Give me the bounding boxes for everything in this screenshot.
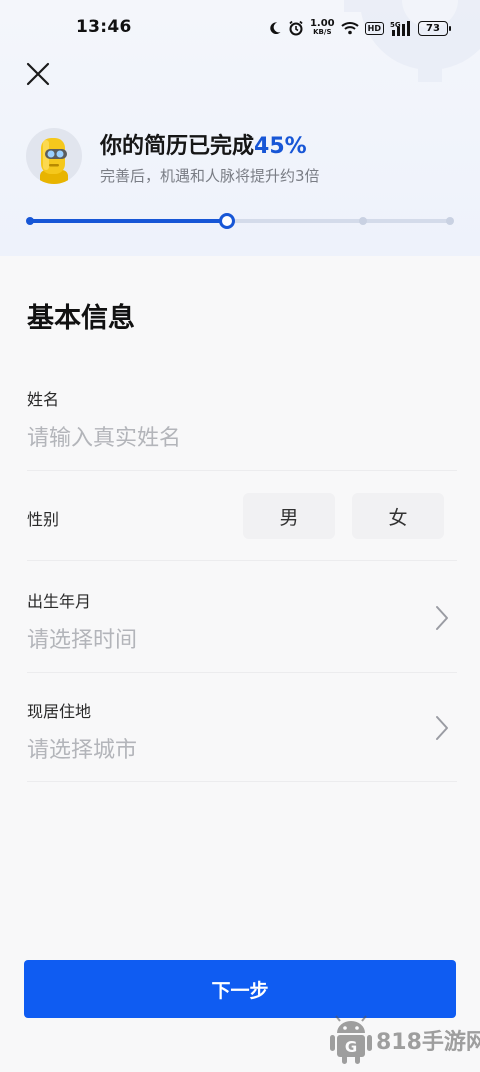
progress-fill [28, 219, 227, 223]
birth-label: 出生年月 [27, 592, 92, 611]
battery-level: 73 [426, 22, 440, 34]
residence-label: 现居住地 [27, 702, 92, 721]
wifi-icon [340, 21, 359, 35]
status-time: 13:46 [76, 17, 132, 37]
close-icon [26, 62, 50, 86]
site-watermark: G 818手游网 [328, 1014, 480, 1066]
svg-text:G: G [345, 1038, 357, 1056]
watermark-text: 818手游网 [376, 1030, 480, 1055]
moon-icon [268, 21, 282, 35]
progress-knob [219, 213, 235, 229]
progress-end-dot [446, 217, 454, 225]
progress-step-dot [359, 217, 367, 225]
progress-title: 你的简历已完成45% [100, 128, 307, 160]
avatar [26, 128, 82, 184]
progress-bar [26, 213, 454, 229]
gender-label: 性别 [27, 510, 60, 529]
divider [27, 560, 457, 561]
close-button[interactable] [24, 60, 52, 88]
android-icon: G [330, 1015, 372, 1064]
status-icons: 1.00 KB/S HD 5G 73 [268, 16, 451, 40]
name-input-placeholder[interactable]: 请输入真实姓名 [27, 420, 181, 452]
status-bar: 13:46 1.00 KB/S HD 5G 73 [0, 0, 480, 56]
chevron-right-icon [436, 716, 448, 740]
alarm-icon [288, 20, 304, 36]
network-speed: 1.00 KB/S [310, 19, 335, 37]
chevron-right-icon [436, 606, 448, 630]
signal-icon: 5G [390, 20, 412, 36]
divider [27, 781, 457, 782]
gender-male-button[interactable]: 男 [243, 493, 335, 539]
name-label: 姓名 [27, 390, 60, 409]
progress-subtitle: 完善后，机遇和人脉将提升约3倍 [100, 167, 320, 185]
progress-start-dot [26, 217, 34, 225]
network-speed-unit: KB/S [313, 28, 332, 36]
hd-badge: HD [364, 21, 384, 35]
progress-title-prefix: 你的简历已完成 [100, 134, 255, 159]
network-speed-value: 1.00 [309, 18, 335, 29]
divider [27, 672, 457, 673]
residence-placeholder: 请选择城市 [27, 738, 138, 763]
battery-icon: 73 [418, 20, 451, 36]
divider [27, 470, 457, 471]
next-step-button[interactable]: 下一步 [24, 960, 456, 1018]
progress-percent: 45% [254, 134, 307, 159]
section-title: 基本信息 [27, 303, 135, 334]
gender-female-button[interactable]: 女 [352, 493, 444, 539]
birth-placeholder: 请选择时间 [27, 628, 138, 653]
